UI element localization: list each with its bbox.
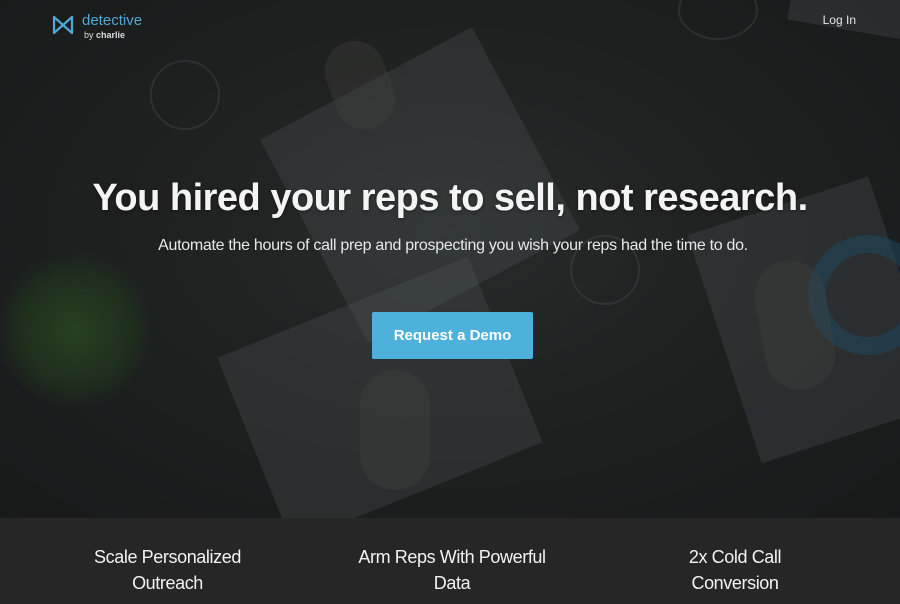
feature-title-line: Data [433, 573, 471, 593]
brand-logo[interactable]: detective by charlie [52, 13, 142, 40]
feature-item: Arm Reps With Powerful Data [347, 544, 557, 596]
brand-wordmark: detective by charlie [82, 13, 142, 40]
hero-section: detective by charlie Log In You hired yo… [0, 0, 900, 518]
brand-sub-name: charlie [96, 30, 126, 40]
hero-headline: You hired your reps to sell, not researc… [92, 177, 808, 219]
request-demo-button[interactable]: Request a Demo [372, 312, 533, 359]
hero-background-image [0, 0, 900, 518]
feature-title-line: 2x Cold Call [688, 547, 782, 567]
brand-name: detective [82, 12, 143, 29]
feature-item: Scale Personalized Outreach [80, 544, 255, 596]
brand-tagline: by charlie [84, 31, 142, 40]
feature-title-line: Conversion [691, 573, 779, 593]
dark-overlay [0, 0, 900, 518]
feature-title-line: Outreach [132, 573, 203, 593]
login-link[interactable]: Log In [823, 13, 856, 27]
feature-title-line: Scale Personalized [94, 547, 241, 567]
bowtie-logo-icon [52, 15, 74, 35]
hero-subheadline: Automate the hours of call prep and pros… [158, 237, 748, 254]
features-bar: Scale Personalized Outreach Arm Reps Wit… [0, 518, 900, 604]
brand-sub-prefix: by [84, 30, 94, 40]
feature-item: 2x Cold Call Conversion [660, 544, 810, 596]
feature-title-line: Arm Reps With Powerful [358, 547, 546, 567]
